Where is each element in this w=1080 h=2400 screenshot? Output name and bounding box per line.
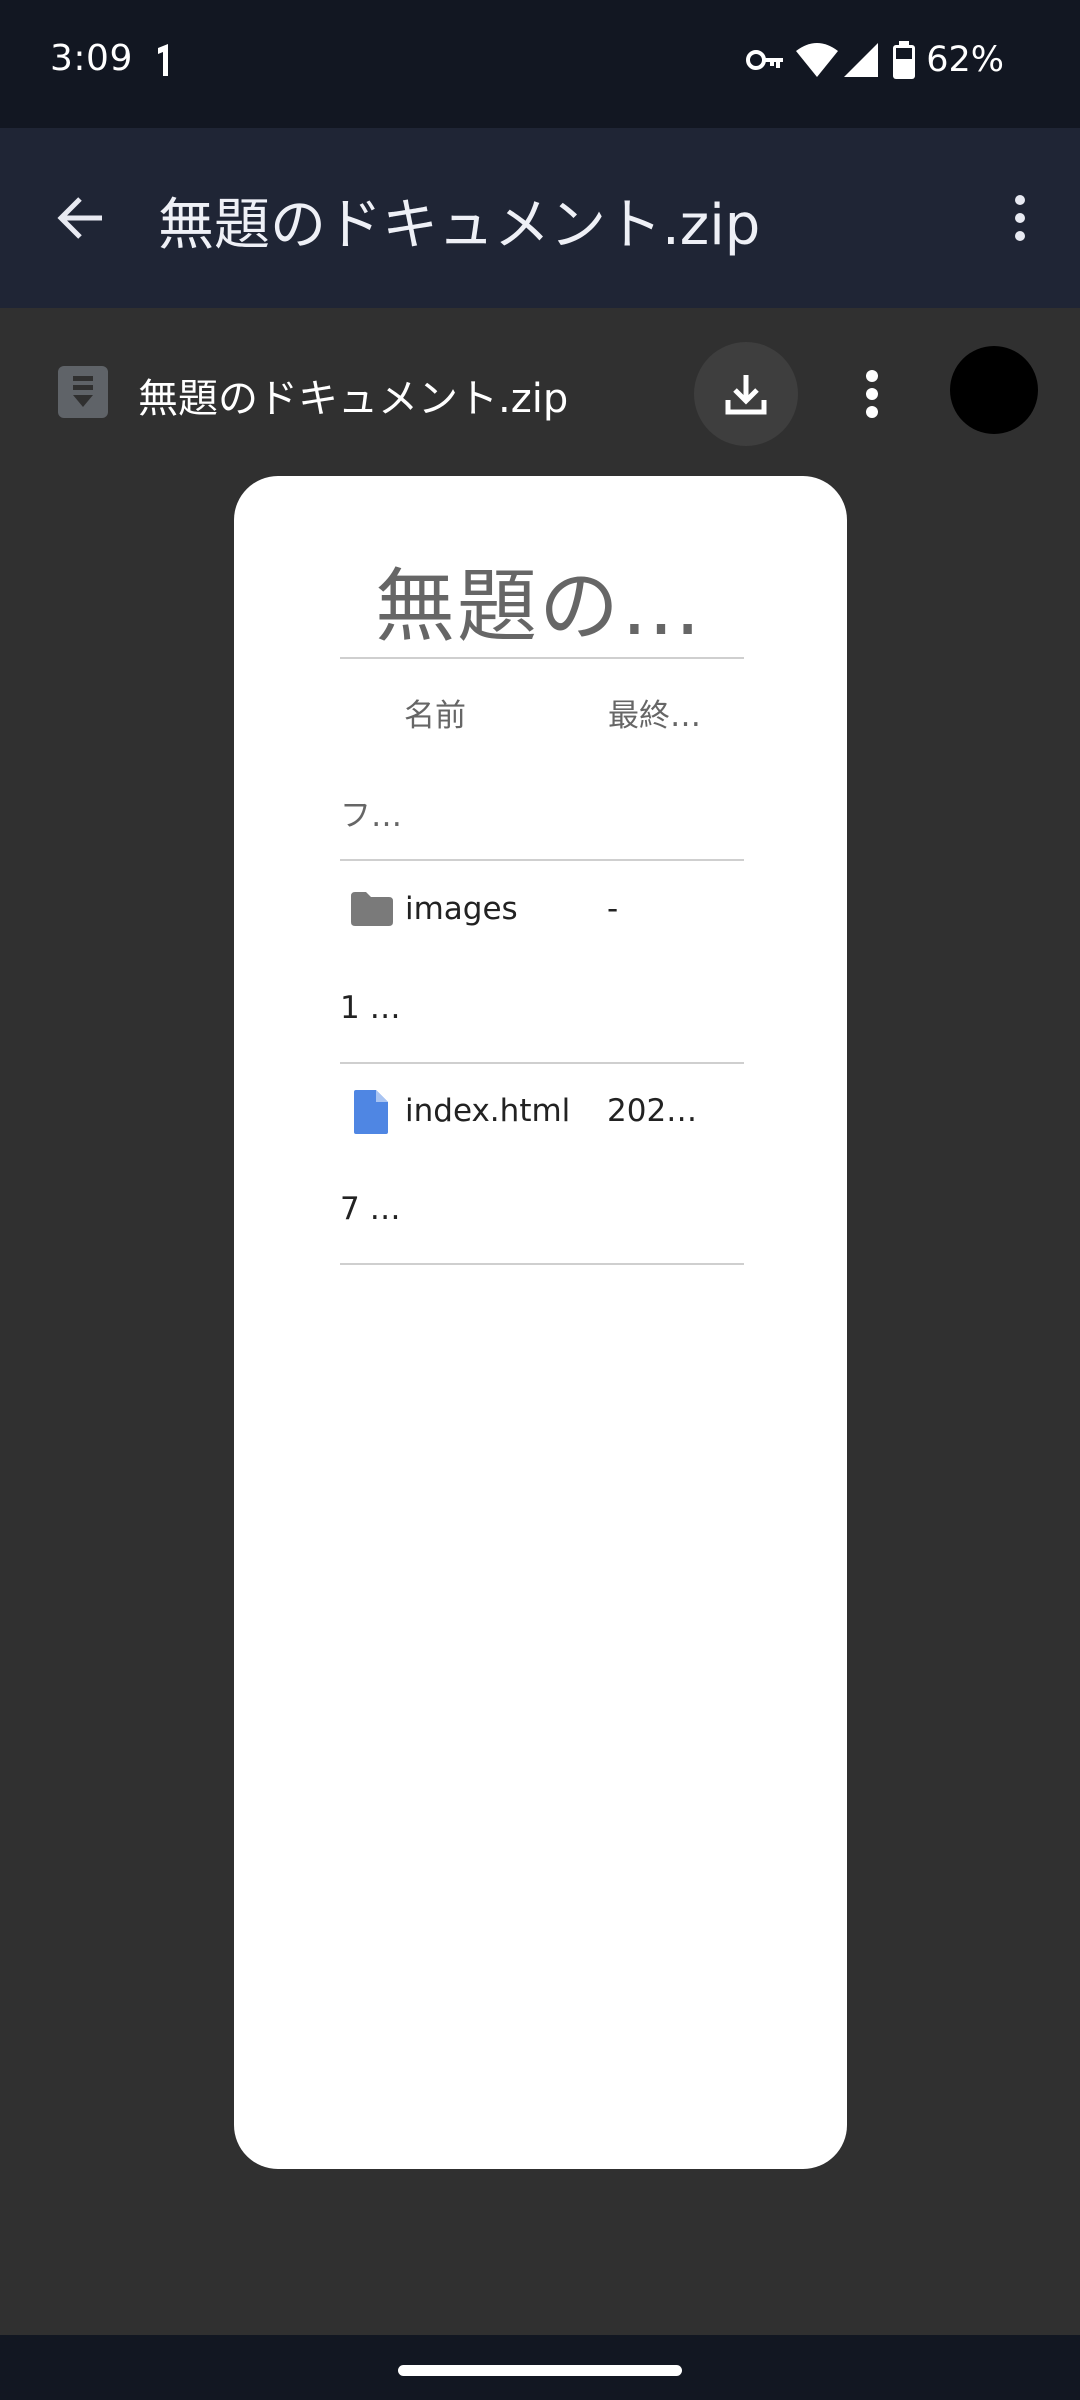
- column-header-modified: 最終…: [608, 698, 701, 734]
- back-button[interactable]: [40, 178, 120, 258]
- battery-icon: [893, 41, 916, 79]
- back-arrow-icon: [57, 197, 102, 239]
- more-vert-icon: [866, 370, 878, 418]
- column-header-name: 名前: [404, 698, 466, 734]
- vpn-key-icon: [746, 50, 784, 70]
- archive-file-icon: [58, 366, 108, 418]
- home-gesture-handle[interactable]: [398, 2365, 682, 2376]
- document-preview[interactable]: 無題の… 名前 最終… フ… images - 1 … index.html 2…: [234, 476, 847, 2169]
- more-vert-icon: [1015, 195, 1025, 241]
- divider: [340, 1062, 744, 1064]
- row-name[interactable]: index.html: [405, 1093, 570, 1129]
- status-bar: 3:09 62%: [0, 0, 1080, 128]
- download-icon: [725, 375, 767, 415]
- divider: [340, 1263, 744, 1265]
- download-button[interactable]: [694, 342, 798, 446]
- app-bar: 無題のドキュメント.zip: [0, 128, 1080, 308]
- app-bar-more-button[interactable]: [984, 178, 1056, 258]
- wifi-icon: [796, 43, 839, 77]
- app-bar-title: 無題のドキュメント.zip: [158, 193, 761, 258]
- document-title: 無題の…: [375, 560, 703, 653]
- status-time: 3:09: [50, 38, 133, 79]
- viewer-filename: 無題のドキュメント.zip: [138, 376, 569, 422]
- avatar[interactable]: [950, 346, 1038, 434]
- status-icons: 62%: [746, 36, 1004, 84]
- folder-icon: [351, 892, 393, 926]
- navigation-bar: [0, 2335, 1080, 2400]
- row-modified: -: [607, 891, 619, 927]
- file-icon: [354, 1090, 388, 1134]
- row-size: 1 …: [340, 990, 401, 1026]
- column-header-size: フ…: [340, 798, 402, 834]
- row-size: 7 …: [340, 1191, 401, 1227]
- row-name[interactable]: images: [405, 891, 518, 927]
- notification-icon: [158, 44, 168, 76]
- row-modified: 202…: [607, 1093, 698, 1129]
- cellular-signal-icon: [844, 43, 879, 77]
- viewer-more-button[interactable]: [840, 348, 904, 440]
- divider: [340, 859, 744, 861]
- divider: [340, 657, 744, 659]
- battery-percent: 62%: [926, 40, 1004, 80]
- viewer-header: 無題のドキュメント.zip: [0, 308, 1080, 478]
